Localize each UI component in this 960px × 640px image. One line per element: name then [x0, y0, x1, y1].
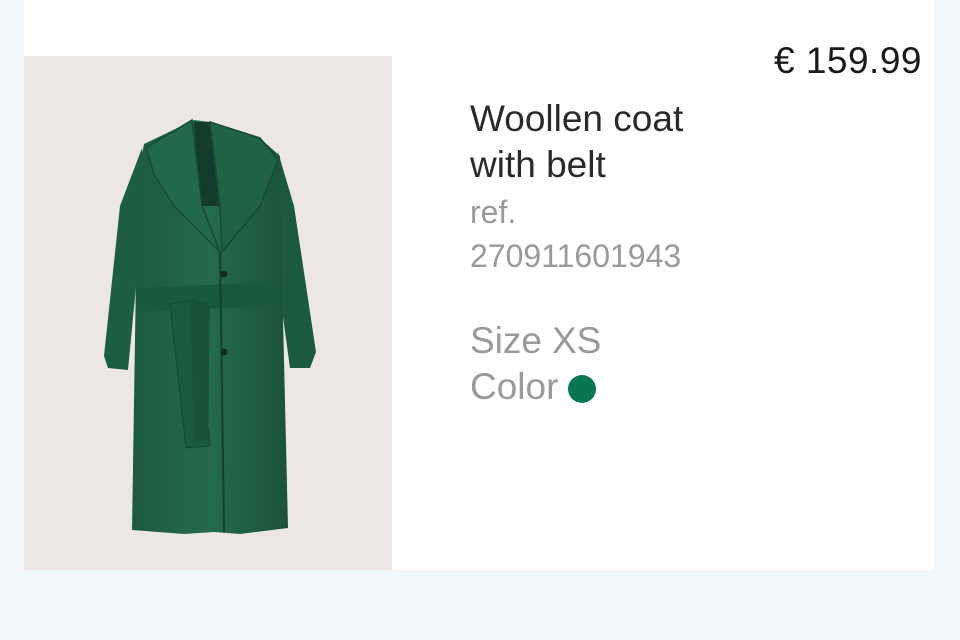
product-info: Woollen coat with belt ref. 270911601943…	[470, 96, 810, 410]
product-title-line-1: Woollen coat	[470, 98, 684, 139]
product-title-line-2: with belt	[470, 144, 606, 185]
coat-illustration	[104, 118, 316, 534]
product-price: € 159.99	[773, 40, 922, 81]
size-value: XS	[551, 320, 602, 361]
product-card[interactable]: € 159.99 Woollen coat with belt ref. 270…	[24, 0, 934, 570]
ref-number: 270911601943	[470, 238, 682, 274]
color-swatch	[568, 375, 597, 403]
color-label: Color	[470, 366, 559, 407]
color-row: Color	[470, 364, 810, 410]
size-row: Size XS	[470, 318, 810, 364]
product-title[interactable]: Woollen coat with belt	[470, 96, 810, 188]
product-attributes: Size XS Color	[470, 318, 810, 410]
product-reference: ref. 270911601943	[470, 190, 810, 278]
ref-label: ref.	[470, 194, 517, 230]
product-image[interactable]	[24, 56, 392, 570]
size-label: Size	[470, 320, 542, 361]
